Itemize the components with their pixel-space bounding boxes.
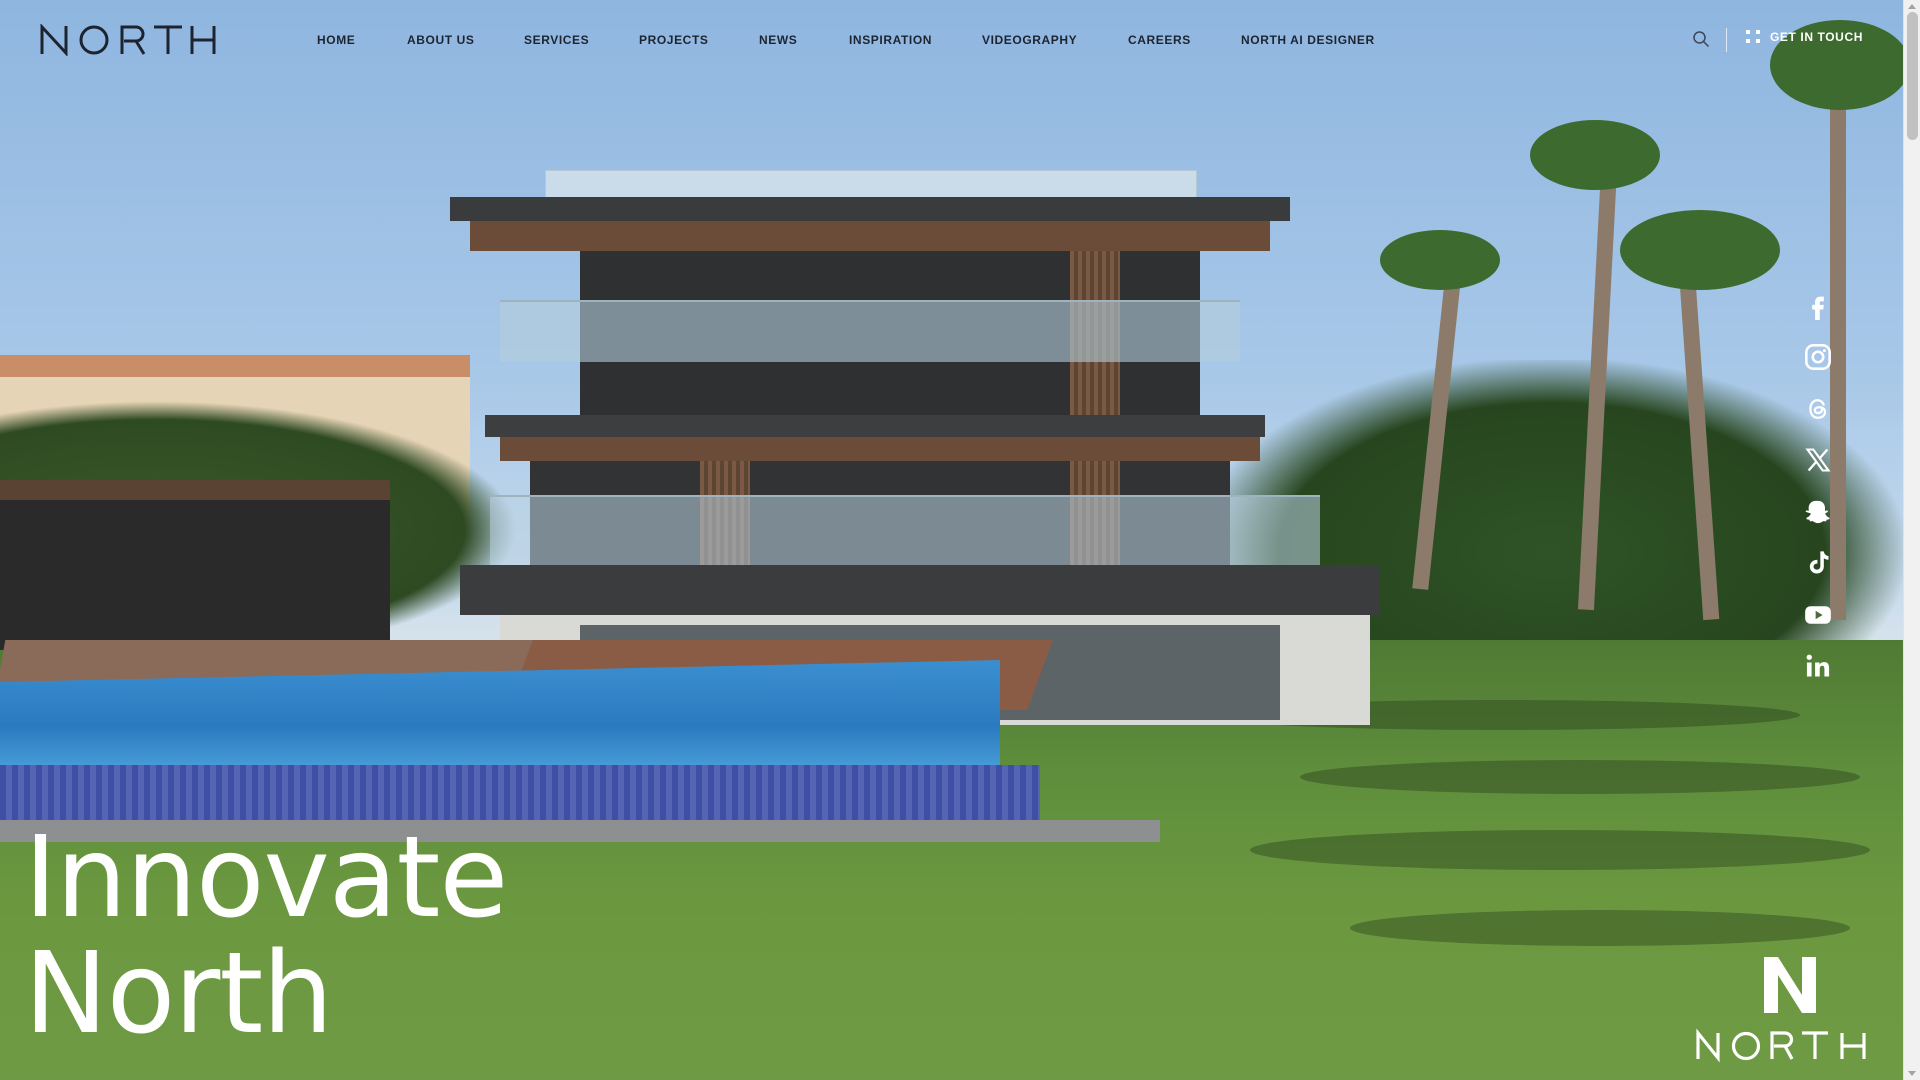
villa-roof-glass bbox=[545, 170, 1197, 200]
lawn-shadow bbox=[1250, 830, 1870, 870]
nav-item-about-us[interactable]: ABOUT US bbox=[407, 33, 474, 47]
palm-frond bbox=[1620, 210, 1780, 290]
hero-title-line-2: North bbox=[24, 929, 333, 1059]
page-scrollbar[interactable] bbox=[1903, 0, 1920, 1080]
pergola bbox=[0, 480, 390, 650]
lawn-shadow bbox=[1300, 760, 1860, 794]
scroll-up-arrow-icon[interactable] bbox=[1908, 4, 1916, 9]
palm-frond bbox=[1380, 230, 1500, 290]
scrollbar-thumb[interactable] bbox=[1907, 12, 1918, 140]
villa-slab bbox=[485, 415, 1265, 437]
snapchat-icon[interactable] bbox=[1800, 494, 1836, 530]
villa-slab bbox=[460, 565, 1380, 615]
grid-dots-icon bbox=[1746, 30, 1760, 44]
nav-item-inspiration[interactable]: INSPIRATION bbox=[849, 33, 932, 47]
villa-roof-slab bbox=[450, 197, 1290, 221]
villa-balcony-glass bbox=[490, 495, 1320, 567]
pergola-roof bbox=[0, 480, 390, 500]
tiktok-icon[interactable] bbox=[1800, 545, 1836, 581]
header-divider bbox=[1726, 28, 1727, 52]
north-corner-logo bbox=[1696, 957, 1866, 1063]
lawn-shadow bbox=[1350, 910, 1850, 946]
villa-building bbox=[450, 165, 1380, 725]
hero-title: Innovate North bbox=[24, 813, 508, 1059]
nav-item-north-ai-designer[interactable]: NORTH AI DESIGNER bbox=[1241, 33, 1375, 47]
hero-title-line-1: Innovate bbox=[24, 813, 508, 943]
villa-soffit bbox=[500, 437, 1260, 461]
page: HOME ABOUT US SERVICES PROJECTS NEWS INS… bbox=[0, 0, 1920, 1080]
search-icon[interactable] bbox=[1692, 30, 1710, 48]
x-icon[interactable] bbox=[1800, 442, 1836, 478]
get-in-touch-button[interactable]: GET IN TOUCH bbox=[1746, 30, 1863, 44]
scroll-down-arrow-icon[interactable] bbox=[1908, 1071, 1916, 1076]
nav-item-videography[interactable]: VIDEOGRAPHY bbox=[982, 33, 1077, 47]
get-in-touch-label: GET IN TOUCH bbox=[1770, 30, 1863, 44]
nav-item-careers[interactable]: CAREERS bbox=[1128, 33, 1191, 47]
nav-item-services[interactable]: SERVICES bbox=[524, 33, 589, 47]
villa-soffit bbox=[470, 221, 1270, 251]
nav-item-home[interactable]: HOME bbox=[317, 33, 355, 47]
palm-frond bbox=[1530, 120, 1660, 190]
threads-icon[interactable] bbox=[1800, 391, 1836, 427]
linkedin-icon[interactable] bbox=[1800, 648, 1836, 684]
north-logo[interactable] bbox=[40, 24, 216, 56]
youtube-icon[interactable] bbox=[1800, 597, 1836, 633]
site-header: HOME ABOUT US SERVICES PROJECTS NEWS INS… bbox=[0, 0, 1903, 78]
nav-item-news[interactable]: NEWS bbox=[759, 33, 797, 47]
instagram-icon[interactable] bbox=[1800, 339, 1836, 375]
facebook-icon[interactable] bbox=[1800, 288, 1836, 324]
villa-balcony-glass bbox=[500, 300, 1240, 362]
nav-item-projects[interactable]: PROJECTS bbox=[639, 33, 708, 47]
neighbor-roof bbox=[0, 355, 470, 377]
